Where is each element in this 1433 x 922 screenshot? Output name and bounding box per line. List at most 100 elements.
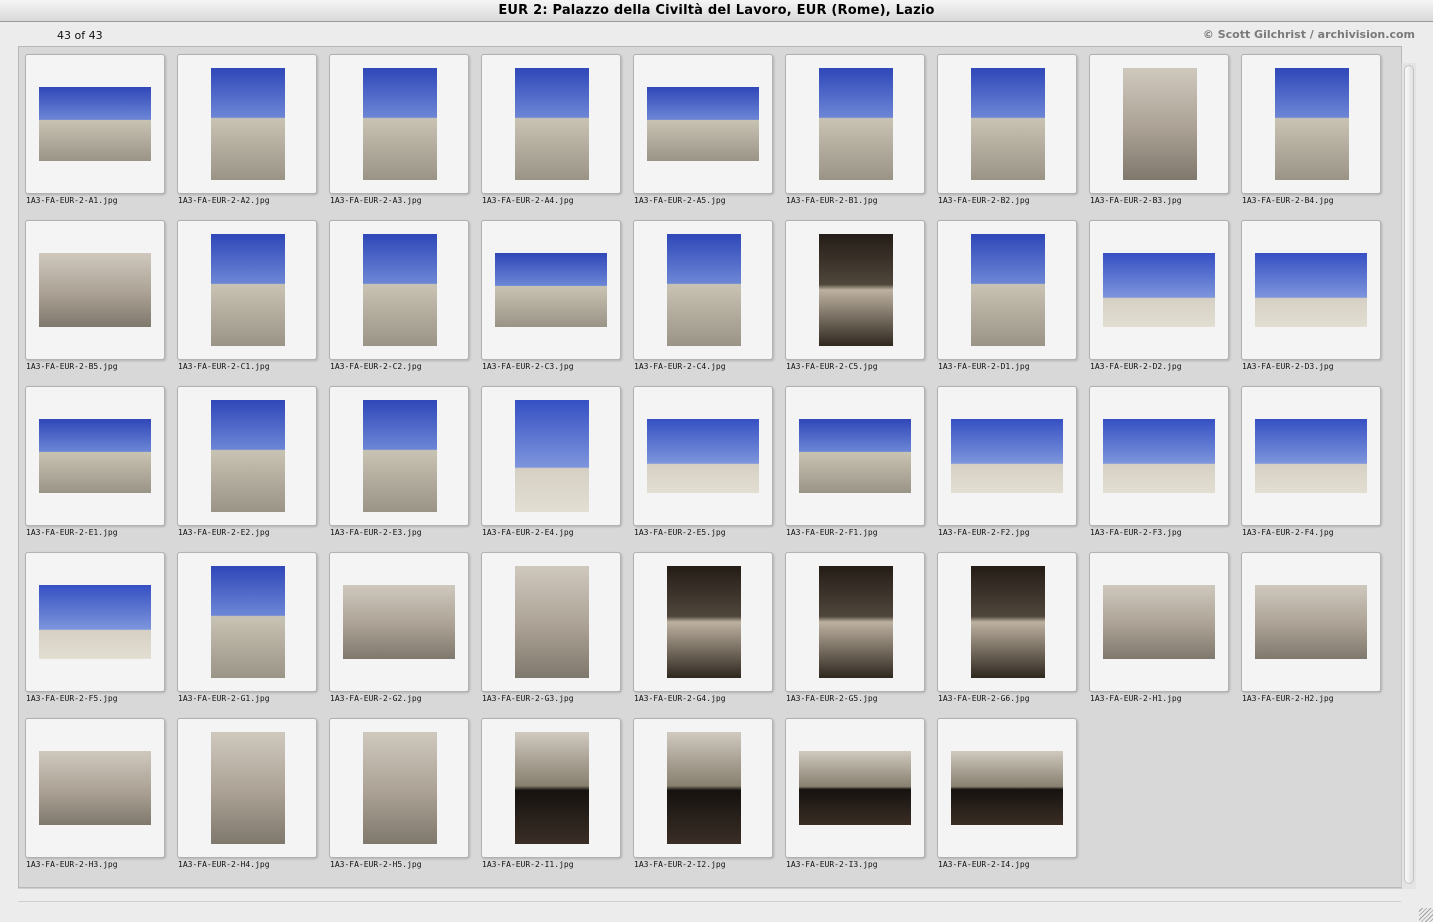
slide-frame[interactable] [481, 552, 621, 692]
thumbnail-item[interactable]: 1A3-FA-EUR-2-G2.jpg [329, 552, 469, 712]
thumbnail-item[interactable]: 1A3-FA-EUR-2-C2.jpg [329, 220, 469, 380]
slide-frame[interactable] [1089, 552, 1229, 692]
thumbnail-item[interactable]: 1A3-FA-EUR-2-G6.jpg [937, 552, 1077, 712]
thumbnail-item[interactable]: 1A3-FA-EUR-2-F3.jpg [1089, 386, 1229, 546]
thumbnail-item[interactable]: 1A3-FA-EUR-2-H1.jpg [1089, 552, 1229, 712]
thumbnail-item[interactable]: 1A3-FA-EUR-2-E3.jpg [329, 386, 469, 546]
slide-frame[interactable] [1241, 220, 1381, 360]
slide-frame[interactable] [329, 552, 469, 692]
slide-frame[interactable] [1089, 54, 1229, 194]
slide-frame[interactable] [177, 386, 317, 526]
slide-frame[interactable] [25, 718, 165, 858]
thumbnail-item[interactable]: 1A3-FA-EUR-2-G1.jpg [177, 552, 317, 712]
thumbnail-item[interactable]: 1A3-FA-EUR-2-B1.jpg [785, 54, 925, 214]
slide-frame[interactable] [177, 220, 317, 360]
vertical-scrollbar[interactable] [1401, 63, 1416, 889]
thumbnail-item[interactable]: 1A3-FA-EUR-2-D3.jpg [1241, 220, 1381, 380]
thumbnail-item[interactable]: 1A3-FA-EUR-2-B2.jpg [937, 54, 1077, 214]
thumbnail-item[interactable]: 1A3-FA-EUR-2-F1.jpg [785, 386, 925, 546]
slide-frame[interactable] [785, 386, 925, 526]
resize-grip-icon[interactable] [1419, 908, 1433, 922]
thumbnail-item[interactable]: 1A3-FA-EUR-2-B3.jpg [1089, 54, 1229, 214]
slide-frame[interactable] [785, 718, 925, 858]
thumbnail-item[interactable]: 1A3-FA-EUR-2-E2.jpg [177, 386, 317, 546]
thumbnail-filename: 1A3-FA-EUR-2-D1.jpg [938, 362, 1030, 371]
slide-frame[interactable] [481, 54, 621, 194]
slide-frame[interactable] [481, 718, 621, 858]
thumbnail-item[interactable]: 1A3-FA-EUR-2-C5.jpg [785, 220, 925, 380]
slide-frame[interactable] [25, 552, 165, 692]
slide-frame[interactable] [329, 718, 469, 858]
slide-frame[interactable] [1241, 54, 1381, 194]
thumbnail-item[interactable]: 1A3-FA-EUR-2-H5.jpg [329, 718, 469, 878]
slide-frame[interactable] [329, 220, 469, 360]
thumbnail-item[interactable]: 1A3-FA-EUR-2-H3.jpg [25, 718, 165, 878]
thumbnail-item[interactable]: 1A3-FA-EUR-2-C1.jpg [177, 220, 317, 380]
thumbnail-filename: 1A3-FA-EUR-2-F1.jpg [786, 528, 878, 537]
thumbnail-item[interactable]: 1A3-FA-EUR-2-G5.jpg [785, 552, 925, 712]
slide-frame[interactable] [937, 386, 1077, 526]
thumbnail-item[interactable]: 1A3-FA-EUR-2-B4.jpg [1241, 54, 1381, 214]
thumbnail-item[interactable]: 1A3-FA-EUR-2-I2.jpg [633, 718, 773, 878]
thumbnail-item[interactable]: 1A3-FA-EUR-2-F2.jpg [937, 386, 1077, 546]
thumbnail-item[interactable]: 1A3-FA-EUR-2-H4.jpg [177, 718, 317, 878]
slide-frame[interactable] [633, 54, 773, 194]
slide-frame[interactable] [481, 386, 621, 526]
thumbnail-item[interactable]: 1A3-FA-EUR-2-C4.jpg [633, 220, 773, 380]
thumbnail-item[interactable]: 1A3-FA-EUR-2-I3.jpg [785, 718, 925, 878]
thumbnail-item[interactable]: 1A3-FA-EUR-2-E1.jpg [25, 386, 165, 546]
thumbnail-item[interactable]: 1A3-FA-EUR-2-A1.jpg [25, 54, 165, 214]
slide-frame[interactable] [633, 552, 773, 692]
slide-frame[interactable] [1089, 386, 1229, 526]
thumbnail-item[interactable]: 1A3-FA-EUR-2-F4.jpg [1241, 386, 1381, 546]
thumbnail-item[interactable]: 1A3-FA-EUR-2-G4.jpg [633, 552, 773, 712]
thumbnail-item[interactable]: 1A3-FA-EUR-2-A4.jpg [481, 54, 621, 214]
slide-frame[interactable] [25, 386, 165, 526]
thumbnail-item[interactable]: 1A3-FA-EUR-2-G3.jpg [481, 552, 621, 712]
thumbnail-item[interactable]: 1A3-FA-EUR-2-H2.jpg [1241, 552, 1381, 712]
thumbnail-item[interactable]: 1A3-FA-EUR-2-A5.jpg [633, 54, 773, 214]
thumbnail-item[interactable]: 1A3-FA-EUR-2-E4.jpg [481, 386, 621, 546]
thumbnail-item[interactable]: 1A3-FA-EUR-2-I4.jpg [937, 718, 1077, 878]
slide-frame[interactable] [937, 552, 1077, 692]
slide-frame[interactable] [785, 54, 925, 194]
thumbnail-filename: 1A3-FA-EUR-2-A2.jpg [178, 196, 270, 205]
thumbnail-filename: 1A3-FA-EUR-2-H2.jpg [1242, 694, 1334, 703]
slide-frame[interactable] [177, 552, 317, 692]
slide-frame[interactable] [633, 386, 773, 526]
slide-frame[interactable] [937, 54, 1077, 194]
thumbnail-item[interactable]: 1A3-FA-EUR-2-F5.jpg [25, 552, 165, 712]
thumbnail-item[interactable]: 1A3-FA-EUR-2-D2.jpg [1089, 220, 1229, 380]
thumbnail-item[interactable]: 1A3-FA-EUR-2-D1.jpg [937, 220, 1077, 380]
thumbnail-item[interactable]: 1A3-FA-EUR-2-A3.jpg [329, 54, 469, 214]
thumbnail-image [971, 234, 1045, 346]
thumbnail-item[interactable]: 1A3-FA-EUR-2-I1.jpg [481, 718, 621, 878]
thumbnail-filename: 1A3-FA-EUR-2-H3.jpg [26, 860, 118, 869]
thumbnail-item[interactable]: 1A3-FA-EUR-2-A2.jpg [177, 54, 317, 214]
slide-frame[interactable] [177, 54, 317, 194]
slide-frame[interactable] [1241, 552, 1381, 692]
horizontal-scrollbar[interactable] [18, 888, 1401, 902]
thumbnail-filename: 1A3-FA-EUR-2-A4.jpg [482, 196, 574, 205]
slide-frame[interactable] [937, 220, 1077, 360]
slide-frame[interactable] [785, 220, 925, 360]
thumbnail-item[interactable]: 1A3-FA-EUR-2-B5.jpg [25, 220, 165, 380]
thumbnail-image [971, 566, 1045, 678]
thumbnail-image [211, 732, 285, 844]
slide-frame[interactable] [633, 220, 773, 360]
vertical-scroll-thumb[interactable] [1404, 65, 1414, 884]
slide-frame[interactable] [177, 718, 317, 858]
slide-frame[interactable] [1089, 220, 1229, 360]
slide-frame[interactable] [25, 220, 165, 360]
thumbnail-item[interactable]: 1A3-FA-EUR-2-C3.jpg [481, 220, 621, 380]
slide-frame[interactable] [633, 718, 773, 858]
thumbnail-item[interactable]: 1A3-FA-EUR-2-E5.jpg [633, 386, 773, 546]
slide-frame[interactable] [785, 552, 925, 692]
thumbnail-image [647, 87, 759, 161]
slide-frame[interactable] [329, 386, 469, 526]
slide-frame[interactable] [329, 54, 469, 194]
slide-frame[interactable] [25, 54, 165, 194]
slide-frame[interactable] [937, 718, 1077, 858]
slide-frame[interactable] [481, 220, 621, 360]
slide-frame[interactable] [1241, 386, 1381, 526]
